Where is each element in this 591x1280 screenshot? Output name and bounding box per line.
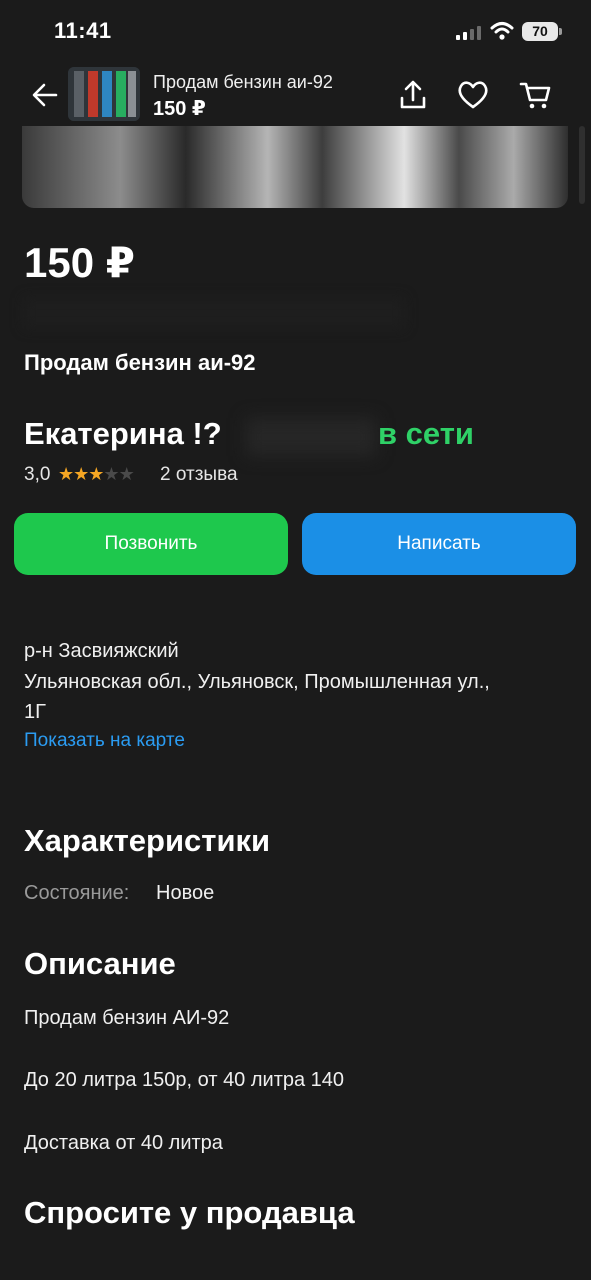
header-price: 150 ₽ bbox=[153, 98, 206, 120]
battery-tip bbox=[559, 28, 562, 35]
back-arrow-icon[interactable] bbox=[30, 80, 60, 110]
description-line: Продам бензин АИ-92 bbox=[24, 1007, 230, 1029]
heart-icon[interactable] bbox=[456, 78, 490, 112]
header-title: Продам бензин аи-92 bbox=[153, 72, 333, 92]
star-icon: ★ bbox=[73, 464, 89, 484]
description-line: Доставка от 40 литра bbox=[24, 1132, 223, 1154]
battery-icon: 70 bbox=[522, 22, 558, 41]
address-line2: 1Г bbox=[24, 701, 46, 723]
listing-price: 150 ₽ bbox=[24, 239, 135, 286]
cart-icon[interactable] bbox=[519, 78, 553, 112]
wifi-icon bbox=[490, 22, 514, 40]
seller-name[interactable]: Екатерина !? bbox=[24, 416, 222, 452]
star-icon: ★ bbox=[118, 464, 135, 484]
ask-seller-heading: Спросите у продавца bbox=[24, 1195, 355, 1230]
listing-thumbnail[interactable] bbox=[68, 67, 140, 121]
star-icon: ★ bbox=[103, 464, 119, 484]
blurred-area bbox=[24, 298, 404, 328]
reviews-link[interactable]: 2 отзыва bbox=[160, 464, 238, 486]
seller-rating: 3,0 bbox=[24, 464, 51, 485]
address-line1: Ульяновская обл., Ульяновск, Промышленна… bbox=[24, 671, 490, 693]
description-heading: Описание bbox=[24, 946, 176, 981]
fuel-nozzles-image bbox=[68, 67, 140, 121]
scrollbar[interactable] bbox=[579, 126, 585, 204]
rating-stars: ★★★★★ bbox=[58, 464, 135, 485]
signal-icon bbox=[456, 26, 481, 40]
listing-photo[interactable] bbox=[22, 126, 568, 208]
blurred-seller-area bbox=[246, 418, 376, 456]
online-status: в сети bbox=[378, 416, 474, 451]
show-on-map-link[interactable]: Показать на карте bbox=[24, 730, 185, 752]
characteristics-heading: Характеристики bbox=[24, 823, 271, 858]
address-district: р-н Засвияжский bbox=[24, 640, 179, 662]
condition-value: Новое bbox=[156, 882, 215, 904]
listing-title: Продам бензин аи-92 bbox=[24, 350, 256, 375]
star-icon: ★ bbox=[88, 464, 104, 484]
condition-label: Состояние: bbox=[24, 882, 130, 904]
star-icon: ★ bbox=[58, 464, 74, 484]
write-button[interactable]: Написать bbox=[302, 513, 576, 575]
share-icon[interactable] bbox=[396, 78, 430, 112]
status-time: 11:41 bbox=[54, 18, 112, 43]
description-line: До 20 литра 150р, от 40 литра 140 bbox=[24, 1069, 345, 1091]
call-button[interactable]: Позвонить bbox=[14, 513, 288, 575]
